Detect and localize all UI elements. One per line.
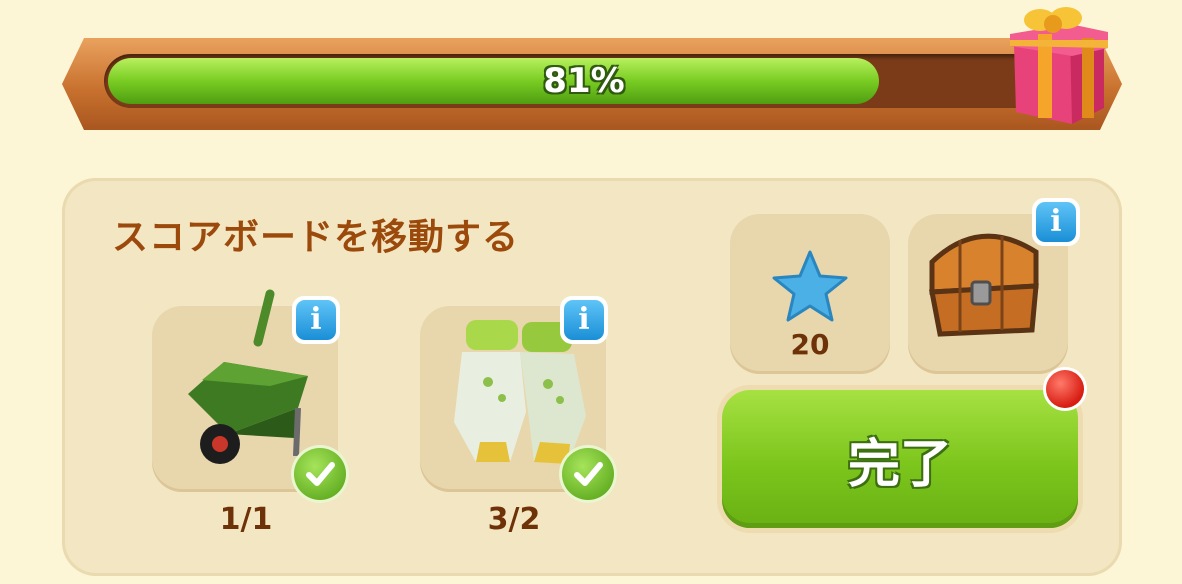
progress-percent: 81% [543,61,625,101]
progress-track: 81% [104,54,1064,108]
progress-bar-frame: 81% [62,38,1122,130]
task-title: スコアボードを移動する [112,217,520,258]
blue-star-icon [772,250,848,322]
completed-check-icon [562,448,614,500]
required-item-gloves[interactable]: i [420,296,614,500]
info-button-wheelbarrow[interactable]: i [292,296,340,344]
required-item-wheelbarrow[interactable]: i [152,289,346,500]
gift-box-icon[interactable] [1000,0,1112,128]
info-icon: i [1036,202,1076,242]
info-icon: i [296,300,336,340]
treasure-chest-icon [929,233,1039,337]
item-count-wheelbarrow: 1/1 [219,502,273,537]
completed-check-icon [294,448,346,500]
complete-button-label: 完了 [847,434,952,495]
notification-dot [1046,370,1084,408]
info-icon: i [564,300,604,340]
info-button-chest[interactable]: i [1032,198,1080,246]
reward-star-amount: 20 [790,328,830,361]
reward-stars: 20 [730,214,890,374]
item-count-gloves: 3/2 [487,502,541,537]
info-button-gloves[interactable]: i [560,296,608,344]
reward-chest[interactable]: i [908,198,1080,374]
complete-button[interactable]: 完了 [722,390,1078,528]
